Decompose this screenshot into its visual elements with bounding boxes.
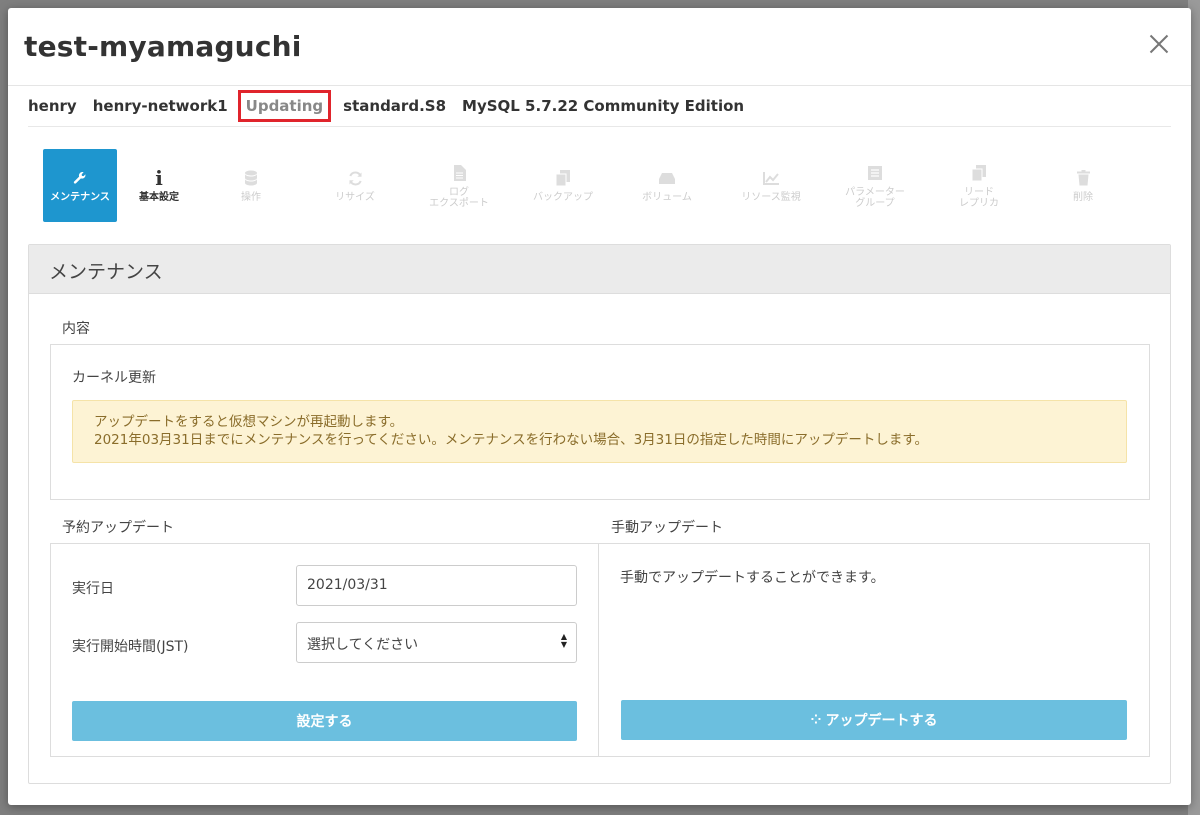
info-plan: standard.S8	[343, 97, 447, 115]
tab-resize-label: リサイズ	[335, 192, 375, 203]
start-time-value: 選択してください	[307, 637, 419, 653]
list-icon	[868, 163, 882, 183]
set-schedule-button[interactable]: 設定する	[72, 701, 577, 741]
manual-update-text: 手動でアップデートすることができます。	[620, 570, 885, 586]
tab-log-export-label: ログ エクスポート	[429, 186, 489, 209]
update-now-button[interactable]: ⁘ アップデートする	[621, 700, 1127, 740]
info-engine: MySQL 5.7.22 Community Edition	[462, 97, 745, 115]
start-time-label: 実行開始時間(JST)	[72, 639, 189, 655]
info-user: henry	[28, 97, 77, 115]
sort-arrows-icon: ▲ ▼	[560, 632, 567, 649]
manual-update-label: 手動アップデート	[611, 520, 723, 536]
tab-basic-settings[interactable]: i 基本設定	[119, 149, 199, 222]
tab-operation-label: 操作	[241, 192, 261, 203]
refresh-icon	[348, 168, 363, 188]
alert-line-2: 2021年03月31日までにメンテナンスを行ってください。メンテナンスを行わない…	[94, 432, 929, 448]
tab-read-replica-label: リード レプリカ	[959, 186, 999, 209]
wrench-icon	[73, 168, 87, 188]
database-icon	[244, 168, 258, 188]
status-badge: Updating	[237, 90, 332, 122]
tab-parameter-group-label: パラメーター グループ	[845, 186, 905, 209]
tab-backup-label: バックアップ	[533, 192, 593, 203]
drive-icon	[659, 168, 675, 188]
close-icon[interactable]	[1145, 30, 1173, 58]
tab-operation[interactable]: 操作	[199, 149, 303, 222]
warning-alert: アップデートをすると仮想マシンが再起動します。 2021年03月31日までにメン…	[72, 400, 1127, 463]
tab-maintenance-label: メンテナンス	[50, 192, 110, 203]
modal-title: test-myamaguchi	[24, 30, 302, 63]
copy-icon	[556, 168, 570, 188]
tab-resource-monitor[interactable]: リソース監視	[719, 149, 823, 222]
replica-icon	[972, 163, 986, 183]
content-label: 内容	[62, 321, 90, 337]
tab-delete-label: 削除	[1073, 192, 1093, 203]
tab-delete[interactable]: 削除	[1031, 149, 1135, 222]
maintenance-panel: メンテナンス 内容 カーネル更新 アップデートをすると仮想マシンが再起動します。…	[28, 244, 1171, 784]
tab-parameter-group[interactable]: パラメーター グループ	[823, 149, 927, 222]
instance-modal: test-myamaguchi henry henry-network1 Upd…	[8, 8, 1191, 805]
panel-title: メンテナンス	[29, 245, 1170, 294]
info-network: henry-network1	[92, 97, 228, 115]
tab-volume-label: ボリューム	[642, 192, 692, 203]
date-label: 実行日	[72, 581, 114, 597]
alert-line-1: アップデートをすると仮想マシンが再起動します。	[94, 414, 404, 430]
start-time-select[interactable]: 選択してください ▲ ▼	[296, 622, 577, 663]
tab-basic-settings-label: 基本設定	[139, 192, 179, 203]
scheduled-update-box: 実行日 2021/03/31 実行開始時間(JST) 選択してください ▲ ▼ 設…	[50, 543, 599, 757]
manual-update-box: 手動でアップデートすることができます。 ⁘ アップデートする	[598, 543, 1150, 757]
kernel-update-box: カーネル更新 アップデートをすると仮想マシンが再起動します。 2021年03月3…	[50, 344, 1150, 500]
date-input[interactable]: 2021/03/31	[296, 565, 577, 606]
chart-icon	[763, 168, 779, 188]
tab-volume[interactable]: ボリューム	[615, 149, 719, 222]
tab-resource-monitor-label: リソース監視	[741, 192, 801, 203]
info-icon: i	[155, 165, 163, 190]
file-icon	[453, 163, 466, 183]
update-now-label: アップデートする	[825, 713, 938, 729]
spinner-icon: ⁘	[810, 712, 822, 728]
tab-maintenance[interactable]: メンテナンス	[43, 149, 117, 222]
tab-log-export[interactable]: ログ エクスポート	[407, 149, 511, 222]
tab-read-replica[interactable]: リード レプリカ	[927, 149, 1031, 222]
modal-header: test-myamaguchi	[8, 8, 1191, 86]
trash-icon	[1076, 168, 1090, 188]
tab-resize[interactable]: リサイズ	[303, 149, 407, 222]
action-toolbar: メンテナンス i 基本設定 操作 リサイズ ログ エクスポート バックアップ ボ…	[43, 149, 1135, 223]
tab-backup[interactable]: バックアップ	[511, 149, 615, 222]
kernel-title: カーネル更新	[72, 370, 156, 386]
instance-info-bar: henry henry-network1 Updating standard.S…	[28, 86, 1171, 127]
scheduled-update-label: 予約アップデート	[62, 520, 174, 536]
